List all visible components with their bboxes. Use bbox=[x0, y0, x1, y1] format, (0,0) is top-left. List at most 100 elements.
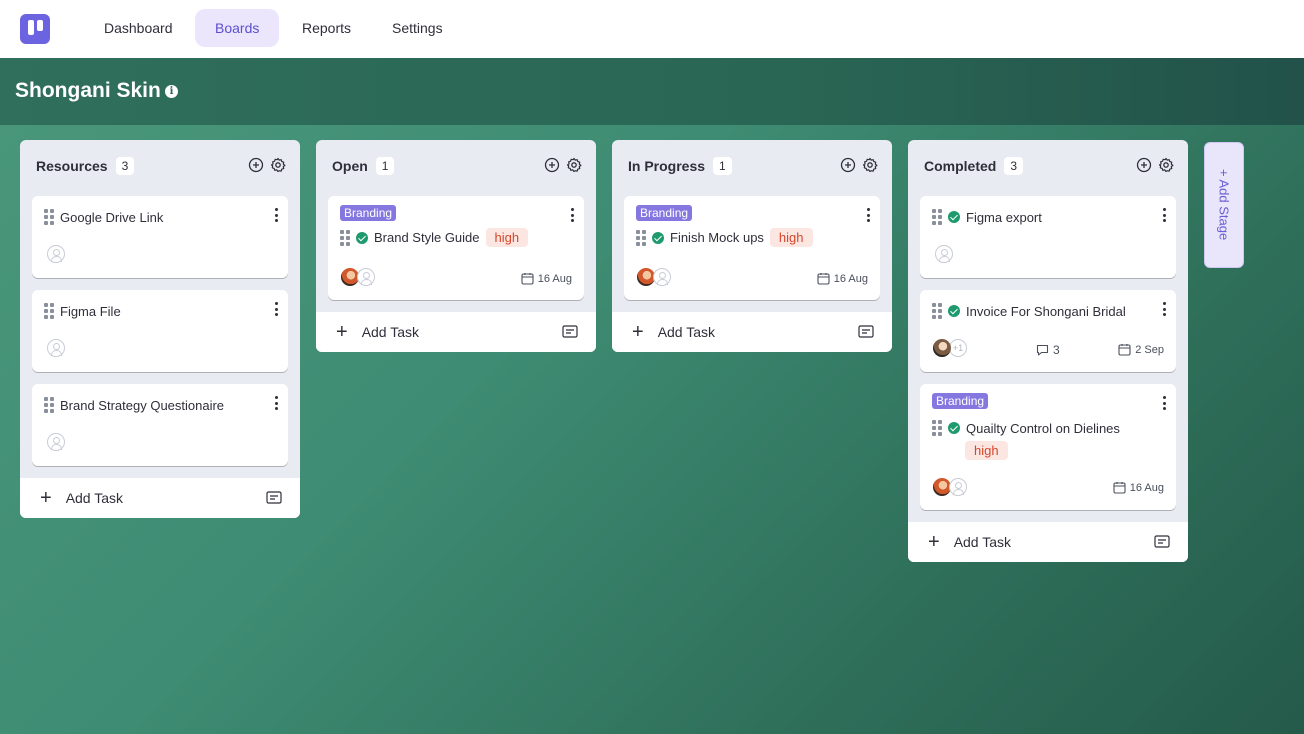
due-date: 16 Aug bbox=[817, 272, 868, 285]
completed-check-icon bbox=[948, 422, 960, 434]
task-title: Brand Style Guide bbox=[374, 230, 480, 245]
more-options-icon[interactable] bbox=[274, 302, 278, 316]
add-stage-label: + Add Stage bbox=[1216, 169, 1232, 241]
completed-check-icon bbox=[356, 231, 368, 244]
unassigned-avatar-icon[interactable] bbox=[357, 268, 375, 286]
completed-check-icon bbox=[948, 305, 960, 317]
add-task-button[interactable]: + Add Task bbox=[316, 312, 596, 352]
drag-handle-icon[interactable] bbox=[932, 303, 942, 319]
assignee-avatar[interactable] bbox=[933, 339, 951, 357]
more-options-icon[interactable] bbox=[274, 396, 278, 410]
gear-icon[interactable] bbox=[862, 157, 878, 173]
comment-count-text: 3 bbox=[1053, 343, 1060, 357]
plus-icon: + bbox=[632, 321, 644, 343]
unassigned-avatar-icon[interactable] bbox=[47, 245, 65, 263]
nav-reports[interactable]: Reports bbox=[282, 9, 371, 47]
column-resources: Resources 3 Google Drive Link Figma File bbox=[20, 140, 300, 518]
due-date-text: 2 Sep bbox=[1135, 343, 1164, 356]
add-circle-icon[interactable] bbox=[840, 157, 856, 173]
task-card[interactable]: Google Drive Link bbox=[32, 196, 288, 278]
more-options-icon[interactable] bbox=[866, 208, 870, 222]
priority-badge: high bbox=[485, 228, 529, 247]
column-count-badge: 1 bbox=[713, 157, 732, 175]
priority-badge: high bbox=[965, 441, 1008, 460]
task-title: Figma File bbox=[60, 303, 121, 319]
board-header bbox=[0, 58, 1304, 125]
comment-count[interactable]: 3 bbox=[1036, 343, 1060, 357]
unassigned-avatar-icon[interactable] bbox=[653, 268, 671, 286]
task-card[interactable]: Brand Strategy Questionaire bbox=[32, 384, 288, 466]
drag-handle-icon[interactable] bbox=[44, 303, 54, 319]
column-header: Resources 3 bbox=[20, 140, 300, 192]
drag-handle-icon[interactable] bbox=[636, 229, 646, 246]
more-options-icon[interactable] bbox=[274, 208, 278, 222]
column-title: Resources bbox=[36, 158, 108, 174]
more-assignees-badge[interactable]: +1 bbox=[949, 339, 967, 357]
calendar-icon bbox=[1113, 482, 1126, 494]
gear-icon[interactable] bbox=[270, 157, 286, 173]
drag-handle-icon[interactable] bbox=[932, 209, 942, 225]
more-options-icon[interactable] bbox=[1162, 208, 1166, 222]
task-title: Figma export bbox=[966, 209, 1042, 225]
top-navigation: Dashboard Boards Reports Settings bbox=[0, 0, 1304, 58]
column-count-badge: 3 bbox=[1004, 157, 1024, 175]
card-template-icon[interactable] bbox=[266, 491, 282, 504]
calendar-icon bbox=[817, 273, 830, 285]
drag-handle-icon[interactable] bbox=[932, 420, 942, 436]
task-card[interactable]: Figma File bbox=[32, 290, 288, 372]
nav-boards[interactable]: Boards bbox=[195, 9, 280, 47]
task-card[interactable]: Invoice For Shongani Bridal +1 3 2 Sep bbox=[920, 290, 1176, 372]
app-logo-icon[interactable] bbox=[20, 14, 50, 44]
card-template-icon[interactable] bbox=[858, 325, 874, 338]
add-task-button[interactable]: + Add Task bbox=[908, 522, 1188, 562]
column-open: Open 1 Branding Brand Style Guide high 1… bbox=[316, 140, 596, 352]
task-card[interactable]: Figma export bbox=[920, 196, 1176, 278]
add-circle-icon[interactable] bbox=[248, 157, 264, 173]
add-stage-button[interactable]: + Add Stage bbox=[1204, 142, 1244, 268]
completed-check-icon bbox=[652, 231, 664, 244]
gear-icon[interactable] bbox=[566, 157, 582, 173]
drag-handle-icon[interactable] bbox=[44, 209, 54, 225]
due-date-text: 16 Aug bbox=[1129, 481, 1164, 494]
calendar-icon bbox=[521, 273, 534, 285]
nav-settings[interactable]: Settings bbox=[372, 9, 463, 47]
tag-badge: Branding bbox=[932, 393, 989, 409]
card-template-icon[interactable] bbox=[562, 325, 578, 338]
card-template-icon[interactable] bbox=[1154, 535, 1170, 548]
info-icon[interactable]: i bbox=[165, 85, 178, 98]
task-card[interactable]: Branding Brand Style Guide high 16 Aug bbox=[328, 196, 584, 300]
drag-handle-icon[interactable] bbox=[340, 229, 350, 246]
more-options-icon[interactable] bbox=[1162, 302, 1166, 316]
unassigned-avatar-icon[interactable] bbox=[949, 478, 967, 496]
unassigned-avatar-icon[interactable] bbox=[47, 339, 65, 357]
due-date: 16 Aug bbox=[521, 272, 572, 285]
column-completed: Completed 3 Figma export Invoice For Sho… bbox=[908, 140, 1188, 562]
add-circle-icon[interactable] bbox=[544, 157, 560, 173]
due-date: 16 Aug bbox=[1113, 481, 1164, 494]
unassigned-avatar-icon[interactable] bbox=[935, 245, 953, 263]
unassigned-avatar-icon[interactable] bbox=[47, 433, 65, 451]
column-in-progress: In Progress 1 Branding Finish Mock ups h… bbox=[612, 140, 892, 352]
tag-badge: Branding bbox=[340, 205, 397, 221]
plus-icon: + bbox=[928, 531, 940, 553]
nav-dashboard[interactable]: Dashboard bbox=[84, 9, 193, 47]
column-count-badge: 1 bbox=[375, 157, 395, 175]
task-title: Finish Mock ups bbox=[670, 230, 764, 245]
add-circle-icon[interactable] bbox=[1136, 157, 1152, 173]
drag-handle-icon[interactable] bbox=[44, 397, 54, 413]
column-title: Open bbox=[332, 158, 368, 174]
task-title: Invoice For Shongani Bridal bbox=[966, 303, 1126, 319]
add-task-button[interactable]: + Add Task bbox=[20, 478, 300, 518]
column-count-badge: 3 bbox=[115, 157, 135, 175]
gear-icon[interactable] bbox=[1158, 157, 1174, 173]
add-task-button[interactable]: + Add Task bbox=[612, 312, 892, 352]
task-card[interactable]: Branding Quailty Control on Dielines hig… bbox=[920, 384, 1176, 510]
more-options-icon[interactable] bbox=[570, 208, 574, 222]
tag-badge: Branding bbox=[636, 205, 693, 221]
priority-badge: high bbox=[769, 228, 813, 247]
more-options-icon[interactable] bbox=[1162, 396, 1166, 410]
task-title: Brand Strategy Questionaire bbox=[60, 397, 225, 413]
due-date-text: 16 Aug bbox=[537, 272, 572, 285]
column-header: Completed 3 bbox=[908, 140, 1188, 192]
task-card[interactable]: Branding Finish Mock ups high 16 Aug bbox=[624, 196, 880, 300]
